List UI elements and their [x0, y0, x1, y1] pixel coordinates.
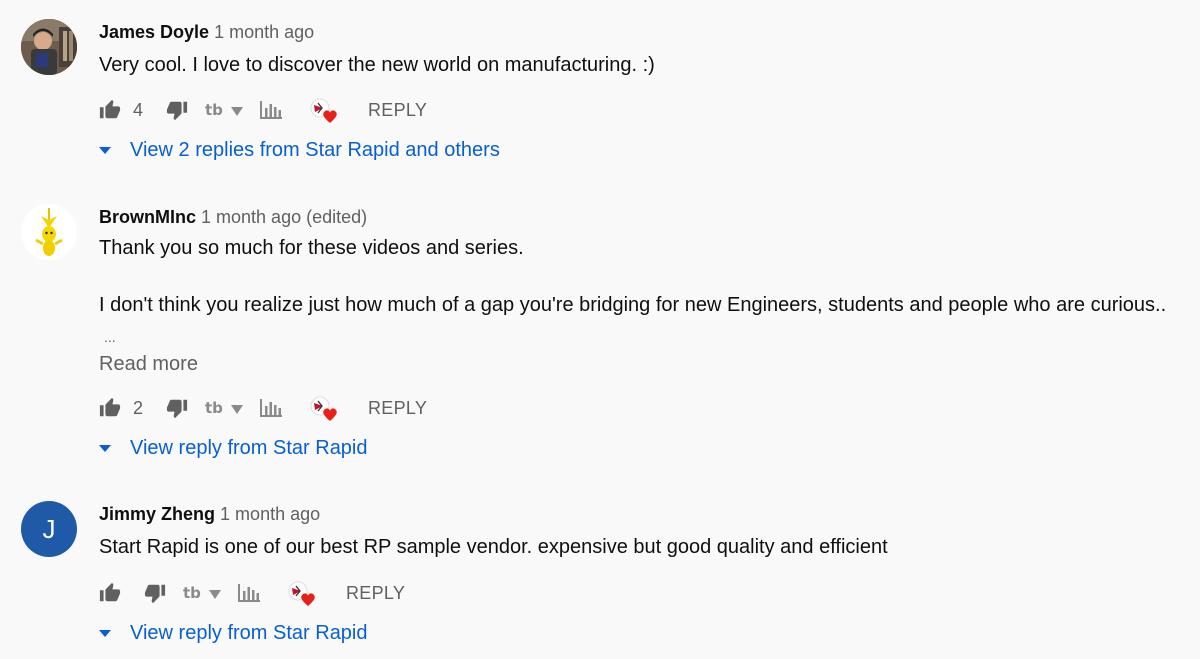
view-replies-button[interactable]: View 2 replies from Star Rapid and other…	[99, 139, 500, 162]
author-name[interactable]: James Doyle	[99, 22, 209, 42]
edited-label: (edited)	[306, 207, 368, 227]
view-replies-label: View 2 replies from Star Rapid and other…	[130, 139, 500, 161]
photo-avatar-icon	[21, 19, 77, 75]
view-replies-label: View reply from Star Rapid	[130, 437, 368, 459]
creator-heart[interactable]	[287, 579, 317, 607]
author-name[interactable]: Jimmy Zheng	[99, 504, 215, 524]
caret-down-icon	[99, 444, 111, 452]
thumbs-up-icon	[99, 99, 121, 119]
dislike-button[interactable]	[166, 394, 188, 422]
tubebuddy-dropdown[interactable]: tb	[183, 579, 223, 607]
dislike-button[interactable]	[144, 579, 166, 607]
svg-text:tb: tb	[183, 584, 201, 602]
view-replies-button[interactable]: View reply from Star Rapid	[99, 622, 368, 645]
reply-button[interactable]: REPLY	[368, 394, 427, 422]
dislike-button[interactable]	[166, 96, 188, 124]
read-more-link[interactable]: Read more	[99, 353, 198, 376]
creator-heart[interactable]	[309, 96, 339, 124]
view-replies-label: View reply from Star Rapid	[130, 622, 368, 644]
comment-text: Thank you so much for these videos and s…	[99, 237, 524, 259]
tubebuddy-dropdown[interactable]: tb	[205, 394, 245, 422]
thumbs-down-icon	[166, 399, 188, 419]
author-name[interactable]: BrownMInc	[99, 207, 196, 227]
stats-button[interactable]	[259, 394, 283, 422]
creator-heart-icon	[310, 98, 337, 123]
like-button[interactable]	[99, 394, 121, 422]
bar-chart-icon	[260, 101, 282, 119]
bar-chart-icon	[260, 399, 282, 417]
stats-button[interactable]	[259, 96, 283, 124]
comment-header: Jimmy Zheng 1 month ago	[99, 504, 320, 525]
like-button[interactable]	[99, 579, 121, 607]
svg-text:tb: tb	[205, 101, 223, 119]
comment-toolbar: 2 tb REPLY	[99, 394, 499, 422]
reply-button[interactable]: REPLY	[368, 96, 427, 124]
caret-down-icon	[99, 146, 111, 154]
thumbs-down-icon	[166, 101, 188, 121]
tubebuddy-icon: tb	[183, 584, 221, 602]
view-replies-button[interactable]: View reply from Star Rapid	[99, 437, 368, 460]
bar-chart-icon	[238, 584, 260, 602]
comment-text: Start Rapid is one of our best RP sample…	[99, 536, 888, 558]
svg-text:tb: tb	[205, 399, 223, 417]
tubebuddy-icon: tb	[205, 399, 243, 417]
like-count: 4	[133, 99, 144, 120]
like-button[interactable]	[99, 96, 121, 124]
tubebuddy-icon: tb	[205, 101, 243, 119]
comment-text: Very cool. I love to discover the new wo…	[99, 54, 655, 76]
thumbs-down-icon	[144, 584, 166, 604]
comment-toolbar: 4 tb REPLY	[99, 96, 499, 124]
comment-time[interactable]: 1 month ago	[201, 207, 301, 227]
creator-heart-icon	[310, 396, 337, 421]
comment-toolbar: tb REPLY	[99, 579, 499, 607]
comment-time[interactable]: 1 month ago	[214, 22, 314, 42]
creator-heart[interactable]	[309, 394, 339, 422]
comment-time[interactable]: 1 month ago	[220, 504, 320, 524]
avatar[interactable]: J	[21, 501, 77, 557]
thumbs-up-icon	[99, 397, 121, 417]
thumbs-up-icon	[99, 582, 121, 602]
text-ellipsis: ...	[104, 329, 116, 345]
tubebuddy-dropdown[interactable]: tb	[205, 96, 245, 124]
yellow-character-avatar-icon	[21, 204, 77, 260]
avatar[interactable]	[21, 19, 77, 75]
comment-text: I don't think you realize just how much …	[99, 294, 1167, 316]
creator-heart-icon	[288, 581, 315, 606]
comment-header: BrownMInc 1 month ago (edited)	[99, 207, 367, 228]
avatar-letter: J	[42, 513, 56, 544]
caret-down-icon	[99, 629, 111, 637]
comment-header: James Doyle 1 month ago	[99, 22, 314, 43]
like-count: 2	[133, 397, 144, 418]
reply-button[interactable]: REPLY	[346, 579, 405, 607]
stats-button[interactable]	[237, 579, 261, 607]
avatar[interactable]	[21, 204, 77, 260]
